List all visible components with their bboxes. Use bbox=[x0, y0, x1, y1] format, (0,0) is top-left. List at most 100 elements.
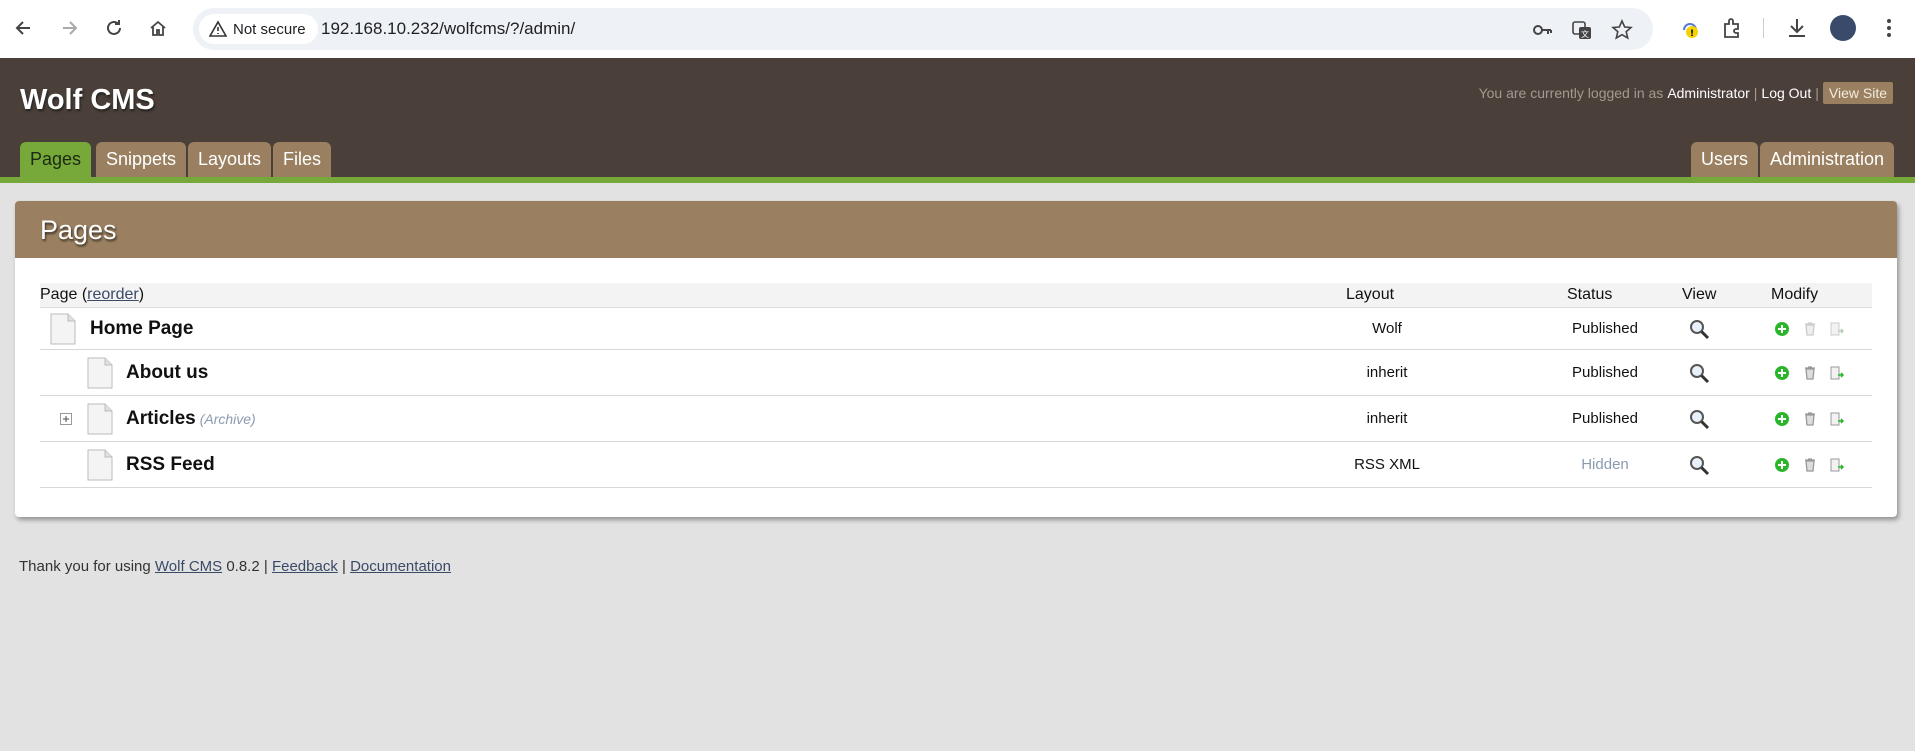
pages-panel: Pages Page (reorder) Layout Status View … bbox=[15, 201, 1897, 517]
add-child-icon[interactable] bbox=[1774, 411, 1790, 427]
user-link[interactable]: Administrator bbox=[1667, 85, 1749, 101]
page-status: Hidden bbox=[1581, 456, 1629, 473]
bookmark-star-icon[interactable] bbox=[1611, 19, 1633, 41]
view-magnify-icon[interactable] bbox=[1688, 454, 1710, 476]
add-child-icon[interactable] bbox=[1774, 321, 1790, 337]
page-name[interactable]: About us bbox=[126, 362, 208, 384]
toolbar-divider bbox=[1763, 18, 1764, 38]
tab-layouts[interactable]: Layouts bbox=[188, 142, 272, 177]
page-name-group: Articles (Archive) bbox=[126, 408, 256, 430]
security-label: Not secure bbox=[233, 20, 306, 38]
reload-icon bbox=[107, 20, 121, 35]
translate-icon[interactable]: 文 bbox=[1571, 19, 1593, 41]
feedback-link[interactable]: Feedback bbox=[272, 558, 338, 575]
page-icon bbox=[87, 403, 113, 435]
table-row: Articles (Archive) inherit Published bbox=[40, 396, 1872, 442]
add-child-icon[interactable] bbox=[1774, 457, 1790, 473]
extension-alert-icon[interactable]: ! bbox=[1678, 16, 1702, 40]
footer-version: 0.8.2 bbox=[226, 558, 260, 575]
pages-table: Page (reorder) Layout Status View Modify… bbox=[40, 283, 1872, 488]
tab-files[interactable]: Files bbox=[273, 142, 332, 177]
table-row: About us inherit Published bbox=[40, 350, 1872, 396]
view-magnify-icon[interactable] bbox=[1688, 318, 1710, 340]
expand-toggle-icon[interactable] bbox=[60, 413, 72, 425]
back-button[interactable] bbox=[9, 13, 39, 43]
footer-prefix: Thank you for using bbox=[19, 558, 151, 575]
login-info: You are currently logged in as Administr… bbox=[1479, 82, 1893, 104]
page-name[interactable]: Articles bbox=[126, 408, 196, 429]
reorder-paren-close: ) bbox=[138, 286, 145, 303]
extensions-puzzle-icon[interactable] bbox=[1721, 16, 1745, 40]
column-layout: Layout bbox=[1346, 286, 1395, 303]
delete-icon[interactable] bbox=[1802, 457, 1818, 473]
more-menu-icon[interactable] bbox=[1877, 16, 1901, 40]
home-icon bbox=[150, 20, 166, 36]
download-icon[interactable] bbox=[1785, 16, 1809, 40]
column-view: View bbox=[1682, 286, 1717, 303]
column-status: Status bbox=[1567, 286, 1613, 303]
page-status: Published bbox=[1572, 364, 1638, 381]
view-magnify-icon[interactable] bbox=[1688, 362, 1710, 384]
column-page: Page (reorder) bbox=[40, 286, 144, 304]
view-magnify-icon[interactable] bbox=[1688, 408, 1710, 430]
page-layout: inherit bbox=[1366, 364, 1408, 381]
logout-link[interactable]: Log Out bbox=[1761, 85, 1811, 101]
url-text[interactable]: 192.168.10.232/wolfcms/?/admin/ bbox=[321, 19, 575, 39]
page-icon bbox=[87, 357, 113, 389]
login-prefix: You are currently logged in as bbox=[1478, 85, 1664, 101]
separator: | bbox=[342, 558, 346, 575]
delete-disabled-icon bbox=[1805, 322, 1815, 336]
table-row: Home Page Wolf Published bbox=[40, 308, 1872, 350]
page-name[interactable]: Home Page bbox=[90, 318, 193, 340]
reorder-link[interactable]: reorder bbox=[87, 286, 139, 303]
panel-header bbox=[15, 201, 1897, 258]
svg-text:文: 文 bbox=[1581, 29, 1589, 39]
copy-icon[interactable] bbox=[1829, 457, 1845, 473]
tab-administration[interactable]: Administration bbox=[1760, 142, 1895, 177]
page-name[interactable]: RSS Feed bbox=[126, 454, 215, 476]
view-site-button[interactable]: View Site bbox=[1822, 82, 1893, 104]
forward-arrow-icon bbox=[63, 21, 78, 35]
page-layout: inherit bbox=[1366, 410, 1408, 427]
table-header: Page (reorder) Layout Status View Modify bbox=[40, 283, 1872, 308]
site-title: Wolf CMS bbox=[20, 84, 155, 116]
page-status: Published bbox=[1572, 410, 1638, 427]
tab-pages[interactable]: Pages bbox=[20, 142, 92, 177]
reload-button[interactable] bbox=[99, 13, 129, 43]
wolfcms-link[interactable]: Wolf CMS bbox=[155, 558, 222, 575]
browser-toolbar: Not secure 192.168.10.232/wolfcms/?/admi… bbox=[0, 0, 1915, 58]
page-layout: RSS XML bbox=[1354, 456, 1420, 473]
separator: | bbox=[1815, 85, 1819, 101]
table-row: RSS Feed RSS XML Hidden bbox=[40, 442, 1872, 488]
forward-button[interactable] bbox=[54, 13, 84, 43]
page-icon bbox=[87, 449, 113, 481]
page-type-tag: (Archive) bbox=[199, 411, 256, 427]
security-chip[interactable]: Not secure bbox=[199, 14, 318, 44]
tab-snippets[interactable]: Snippets bbox=[96, 142, 187, 177]
copy-icon[interactable] bbox=[1829, 411, 1845, 427]
separator: | bbox=[263, 558, 268, 575]
page-icon bbox=[50, 313, 76, 345]
svg-text:!: ! bbox=[1690, 29, 1694, 39]
separator: | bbox=[1753, 85, 1758, 101]
delete-icon[interactable] bbox=[1802, 365, 1818, 381]
panel-title: Pages bbox=[40, 215, 117, 245]
add-child-icon[interactable] bbox=[1774, 365, 1790, 381]
address-bar[interactable]: Not secure 192.168.10.232/wolfcms/?/admi… bbox=[193, 8, 1653, 50]
profile-avatar[interactable] bbox=[1830, 15, 1856, 41]
documentation-link[interactable]: Documentation bbox=[350, 558, 451, 575]
password-key-icon[interactable] bbox=[1531, 19, 1553, 41]
page-layout: Wolf bbox=[1372, 320, 1402, 337]
tab-users[interactable]: Users bbox=[1691, 142, 1759, 177]
column-page-label: Page bbox=[40, 286, 78, 303]
home-button[interactable] bbox=[143, 13, 173, 43]
back-arrow-icon bbox=[15, 21, 30, 35]
column-modify: Modify bbox=[1771, 286, 1819, 303]
page-status: Published bbox=[1572, 320, 1638, 337]
warning-icon bbox=[209, 20, 227, 37]
copy-icon[interactable] bbox=[1829, 365, 1845, 381]
copy-disabled-icon bbox=[1830, 322, 1845, 336]
footer: Thank you for using Wolf CMS 0.8.2 | Fee… bbox=[19, 558, 451, 575]
header-accent-bar bbox=[0, 177, 1915, 183]
delete-icon[interactable] bbox=[1802, 411, 1818, 427]
